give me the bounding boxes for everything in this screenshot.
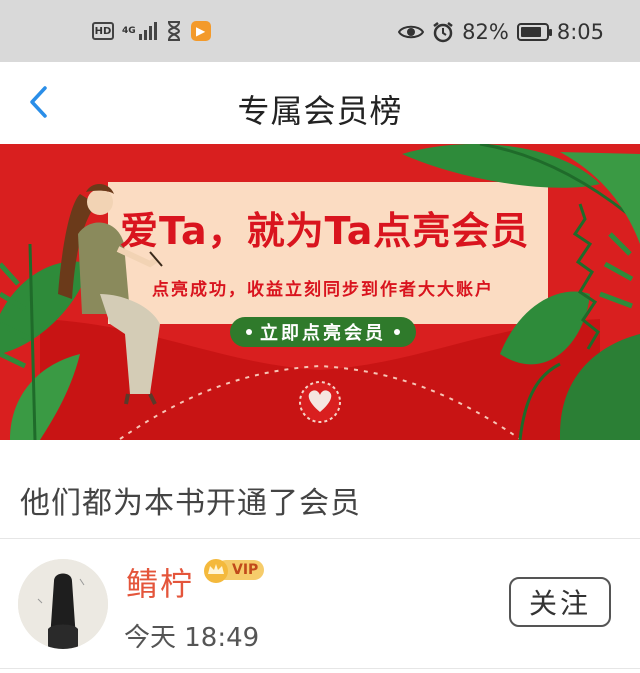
member-time: 今天 18:49 <box>124 623 260 653</box>
follow-button[interactable]: 关注 <box>509 577 611 627</box>
battery-level <box>520 27 541 37</box>
alarm-icon <box>433 22 453 43</box>
signal-icon: 4G <box>122 22 157 40</box>
status-bar: HD 4G ▶ 82% 8:05 <box>0 0 640 62</box>
promo-banner[interactable]: 爱Ta，就为Ta点亮会员 点亮成功，收益立刻同步到作者大大账户 立即点亮会员 <box>0 144 640 440</box>
vip-badge: VIP <box>202 557 265 583</box>
battery-percent: 82% <box>462 20 509 44</box>
network-label: 4G <box>122 25 136 36</box>
light-up-membership-button[interactable]: 立即点亮会员 <box>230 317 416 347</box>
light-up-button-label: 立即点亮会员 <box>260 323 386 344</box>
hd-icon: HD <box>92 22 114 40</box>
leaf-top <box>402 144 600 188</box>
crown-icon <box>204 559 228 583</box>
banner-headline: 爱Ta，就为Ta点亮会员 <box>120 209 530 253</box>
eye-icon <box>398 25 425 39</box>
banner-subtitle: 点亮成功，收益立刻同步到作者大大账户 <box>152 280 494 300</box>
signal-bars <box>138 22 157 40</box>
status-bar-right: 82% 8:05 <box>398 20 604 44</box>
button-dot-left <box>246 329 252 335</box>
hd-label: HD <box>94 25 112 37</box>
divider-bottom <box>0 668 640 669</box>
page-title: 专属会员榜 <box>237 92 403 130</box>
member-name[interactable]: 鲭柠 <box>126 559 194 605</box>
app-play-icon: ▶ <box>190 21 211 41</box>
nav-bar: 专属会员榜 <box>0 62 640 142</box>
battery-icon <box>516 23 552 41</box>
list-item[interactable]: 鲭柠 VIP 今天 18:49 关注 <box>0 539 640 673</box>
button-dot-right <box>394 329 400 335</box>
avatar-image <box>18 559 108 649</box>
status-bar-left: HD 4G ▶ <box>92 21 211 41</box>
section-heading: 他们都为本书开通了会员 <box>20 486 361 521</box>
status-time: 8:05 <box>556 20 604 44</box>
hourglass-icon <box>167 21 180 41</box>
avatar[interactable] <box>18 559 108 649</box>
